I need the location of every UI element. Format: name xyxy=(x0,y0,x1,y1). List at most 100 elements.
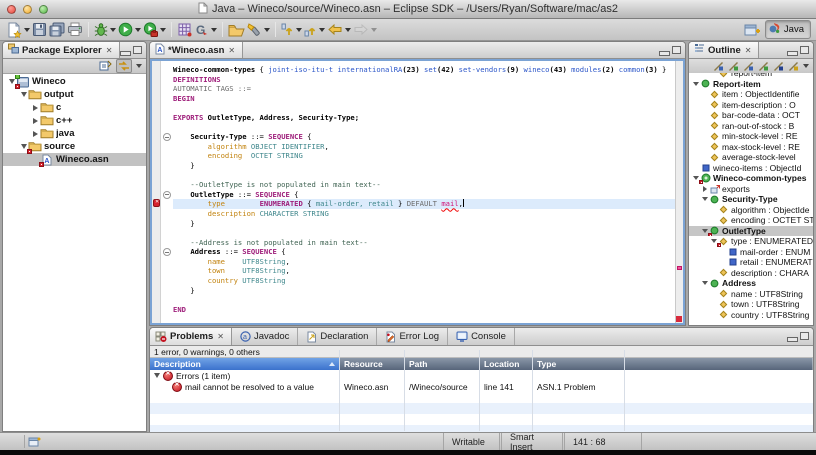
outline-item-security-type[interactable]: Security-Type xyxy=(689,194,813,205)
outline-item-max-stock-level[interactable]: max-stock-level : RE xyxy=(689,142,813,153)
code-line[interactable]: BEGIN xyxy=(173,94,675,104)
search-dropdown-icon[interactable] xyxy=(264,28,270,32)
outline-item-retail[interactable]: retail : ENUMERAT xyxy=(689,257,813,268)
code-line[interactable]: Security-Type ::= SEQUENCE { xyxy=(173,132,675,142)
open-resource-button[interactable] xyxy=(227,21,246,39)
minimize-view-button[interactable] xyxy=(120,46,129,54)
view-menu-icon[interactable] xyxy=(136,64,142,68)
problems-group-row[interactable]: Errors (1 item) xyxy=(150,370,813,381)
column-header-type[interactable]: Type xyxy=(533,358,625,370)
outline-item-bar-code-data[interactable]: bar-code-data : OCT xyxy=(689,110,813,121)
column-header-resource[interactable]: Resource xyxy=(340,358,405,370)
close-window-button[interactable] xyxy=(7,5,16,14)
tab-error-log[interactable]: Error Log xyxy=(377,328,448,345)
code-line[interactable] xyxy=(173,228,675,238)
collapse-arrow-icon[interactable] xyxy=(701,281,709,285)
tab-problems[interactable]: Problems✕ xyxy=(150,328,232,345)
code-line[interactable]: algorithm OBJECT IDENTIFIER, xyxy=(173,142,675,152)
tree-item-java[interactable]: java xyxy=(3,127,146,140)
maximize-problems-button[interactable] xyxy=(800,332,809,340)
forward-dropdown-icon[interactable] xyxy=(371,28,377,32)
annotation-ruler[interactable] xyxy=(152,61,161,323)
back-button[interactable] xyxy=(326,21,352,39)
tab-console[interactable]: Console xyxy=(448,328,515,345)
outline-item-encoding[interactable]: encoding : OCTET ST xyxy=(689,215,813,226)
close-editor-icon[interactable]: ✕ xyxy=(228,46,235,55)
run-button[interactable] xyxy=(117,21,142,39)
fold-collapse-icon[interactable] xyxy=(163,248,171,256)
minimize-editor-button[interactable] xyxy=(659,46,668,54)
prev-annotation-button[interactable] xyxy=(303,21,326,39)
outline-filter-button-5[interactable] xyxy=(773,61,784,72)
collapse-arrow-icon[interactable] xyxy=(19,92,28,97)
outline-filter-button-2[interactable] xyxy=(728,61,739,72)
search-button[interactable] xyxy=(246,21,271,39)
tree-item-wineco[interactable]: Wineco xyxy=(3,75,146,88)
maximize-view-button[interactable] xyxy=(133,46,142,54)
code-line[interactable] xyxy=(173,295,675,305)
code-line[interactable]: --Address is not populated in main text-… xyxy=(173,238,675,248)
overview-search-marker[interactable] xyxy=(677,266,682,270)
maximize-outline-button[interactable] xyxy=(800,46,809,54)
code-line[interactable]: country UTF8String xyxy=(173,276,675,286)
code-line[interactable]: AUTOMATIC TAGS ::= xyxy=(173,84,675,94)
forward-button[interactable] xyxy=(352,21,378,39)
link-with-editor-button[interactable] xyxy=(116,59,132,73)
run-dropdown-icon[interactable] xyxy=(135,28,141,32)
zoom-window-button[interactable] xyxy=(39,5,48,14)
asn-navigate-dropdown-icon[interactable] xyxy=(211,28,217,32)
code-line[interactable]: --OutletType is not populated in main te… xyxy=(173,180,675,190)
outline-menu-icon[interactable] xyxy=(803,64,809,68)
column-header-location[interactable]: Location xyxy=(480,358,533,370)
code-line[interactable]: type ENUMERATED { mail-order, retail } D… xyxy=(173,199,675,209)
column-header-description[interactable]: Description xyxy=(150,358,340,370)
collapse-all-button[interactable] xyxy=(99,60,112,72)
outline-filter-button-1[interactable] xyxy=(713,61,724,72)
code-area[interactable]: Wineco-common-types { joint-iso-itu-t in… xyxy=(173,61,675,323)
collapse-arrow-icon[interactable] xyxy=(701,197,709,201)
outline-item-type[interactable]: type : ENUMERATED xyxy=(689,236,813,247)
tab-wineco-asn[interactable]: A *Wineco.asn ✕ xyxy=(150,42,243,58)
outline-item-algorithm[interactable]: algorithm : ObjectIde xyxy=(689,205,813,216)
next-annotation-button[interactable] xyxy=(280,21,303,39)
code-line[interactable] xyxy=(173,103,675,113)
problems-error-row[interactable]: mail cannot be resolved to a valueWineco… xyxy=(150,381,813,392)
print-button[interactable] xyxy=(66,21,84,39)
outline-item-country[interactable]: country : UTF8String xyxy=(689,310,813,321)
code-line[interactable]: description CHARACTER STRING xyxy=(173,209,675,219)
collapse-arrow-icon[interactable] xyxy=(154,373,160,378)
new-wizard-button[interactable] xyxy=(5,21,31,39)
outline-filter-button-6[interactable] xyxy=(788,61,799,72)
expand-arrow-icon[interactable] xyxy=(31,118,40,124)
expand-arrow-icon[interactable] xyxy=(31,131,40,137)
outline-item-address[interactable]: Address xyxy=(689,278,813,289)
open-perspective-button[interactable] xyxy=(743,21,761,39)
java-perspective-button[interactable]: Java xyxy=(765,20,811,39)
new-java-project-button[interactable] xyxy=(176,21,193,39)
debug-dropdown-icon[interactable] xyxy=(110,28,116,32)
close-outline-icon[interactable]: ✕ xyxy=(745,46,752,55)
outline-item-report-item[interactable]: Report-item xyxy=(689,79,813,90)
code-line[interactable]: town UTF8String, xyxy=(173,266,675,276)
asn-navigate-button[interactable]: G xyxy=(193,21,218,39)
minimize-window-button[interactable] xyxy=(23,5,32,14)
tree-item-source[interactable]: source xyxy=(3,140,146,153)
run-external-button[interactable] xyxy=(142,21,167,39)
back-dropdown-icon[interactable] xyxy=(345,28,351,32)
next-annotation-dropdown-icon[interactable] xyxy=(296,28,302,32)
minimize-problems-button[interactable] xyxy=(787,332,796,340)
code-line[interactable]: } xyxy=(173,219,675,229)
save-all-button[interactable] xyxy=(48,21,66,39)
tab-javadoc[interactable]: aJavadoc xyxy=(232,328,298,345)
tree-item-output[interactable]: output xyxy=(3,88,146,101)
overview-error-marker[interactable] xyxy=(676,316,682,322)
outline-item-average-stock-level[interactable]: average-stock-level xyxy=(689,152,813,163)
fold-collapse-icon[interactable] xyxy=(163,191,171,199)
debug-button[interactable] xyxy=(93,21,117,39)
outline-item-town[interactable]: town : UTF8String xyxy=(689,299,813,310)
outline-item-outlettype[interactable]: OutletType xyxy=(689,226,813,237)
expand-arrow-icon[interactable] xyxy=(701,186,709,192)
outline-item-item-description[interactable]: item-description : O xyxy=(689,100,813,111)
fast-view-icon[interactable] xyxy=(28,436,41,450)
code-line[interactable] xyxy=(173,171,675,181)
